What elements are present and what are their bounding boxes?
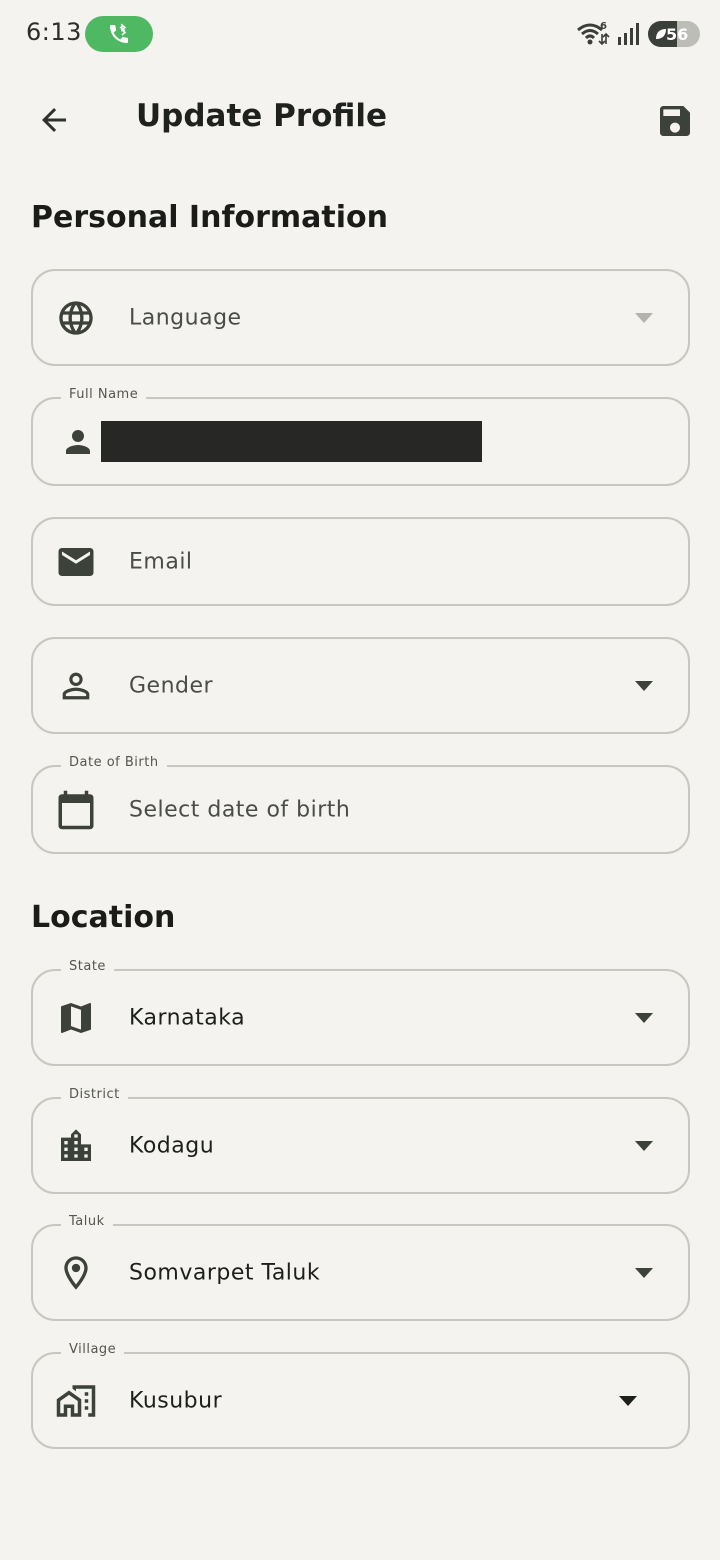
gender-placeholder: Gender <box>129 673 214 698</box>
battery-level: 56 <box>666 24 689 44</box>
person-icon <box>57 421 99 463</box>
full-name-value-redacted <box>101 421 482 462</box>
village-icon <box>55 1380 97 1422</box>
calendar-icon <box>55 789 97 831</box>
chevron-down-icon <box>635 312 653 323</box>
state-dropdown[interactable]: State Karnataka <box>31 959 690 1066</box>
taluk-value: Somvarpet Taluk <box>129 1260 321 1285</box>
city-icon <box>55 1125 97 1167</box>
location-pin-icon <box>55 1252 97 1294</box>
date-of-birth-placeholder: Select date of birth <box>129 797 351 822</box>
back-button[interactable] <box>28 94 80 146</box>
state-label: State <box>61 959 114 974</box>
globe-icon <box>55 297 97 339</box>
personal-information-heading: Personal Information <box>31 200 388 235</box>
status-bar: 6:13 6 56 <box>0 0 720 68</box>
village-value: Kusubur <box>129 1388 223 1413</box>
wifi-icon: 6 <box>577 21 610 46</box>
village-label: Village <box>61 1342 125 1357</box>
mail-icon <box>55 541 97 583</box>
district-label: District <box>61 1087 128 1102</box>
status-icons: 6 56 <box>576 18 700 50</box>
district-dropdown[interactable]: District Kodagu <box>31 1087 690 1194</box>
email-placeholder: Email <box>129 549 193 574</box>
chevron-down-icon <box>619 1395 637 1406</box>
chevron-down-icon <box>635 1012 653 1023</box>
state-value: Karnataka <box>129 1005 246 1030</box>
battery-indicator: 56 <box>648 21 700 47</box>
location-heading: Location <box>31 900 176 935</box>
chevron-down-icon <box>635 680 653 691</box>
phone-bluetooth-icon <box>110 23 128 43</box>
gender-dropdown[interactable]: Gender <box>31 637 690 734</box>
person-outline-icon <box>55 665 97 707</box>
map-icon <box>55 997 97 1039</box>
full-name-field[interactable]: Full Name <box>31 387 690 486</box>
language-placeholder: Language <box>129 305 242 330</box>
save-icon <box>660 106 690 136</box>
date-of-birth-label: Date of Birth <box>61 755 167 770</box>
status-time: 6:13 <box>26 18 82 46</box>
email-field[interactable]: Email <box>31 517 690 606</box>
app-bar: Update Profile <box>0 80 720 160</box>
taluk-label: Taluk <box>61 1214 113 1229</box>
full-name-label: Full Name <box>61 387 147 402</box>
language-dropdown[interactable]: Language <box>31 269 690 366</box>
signal-icon <box>618 23 639 45</box>
village-dropdown[interactable]: Village Kusubur <box>31 1342 690 1449</box>
arrow-back-icon <box>42 108 66 132</box>
date-of-birth-field[interactable]: Date of Birth Select date of birth <box>31 755 690 854</box>
page-title: Update Profile <box>136 98 388 134</box>
ongoing-call-indicator[interactable] <box>85 16 153 52</box>
save-button[interactable] <box>648 94 702 148</box>
district-value: Kodagu <box>129 1133 215 1158</box>
wifi-network-label: 6 <box>600 21 607 32</box>
taluk-dropdown[interactable]: Taluk Somvarpet Taluk <box>31 1214 690 1321</box>
chevron-down-icon <box>635 1140 653 1151</box>
chevron-down-icon <box>635 1267 653 1278</box>
